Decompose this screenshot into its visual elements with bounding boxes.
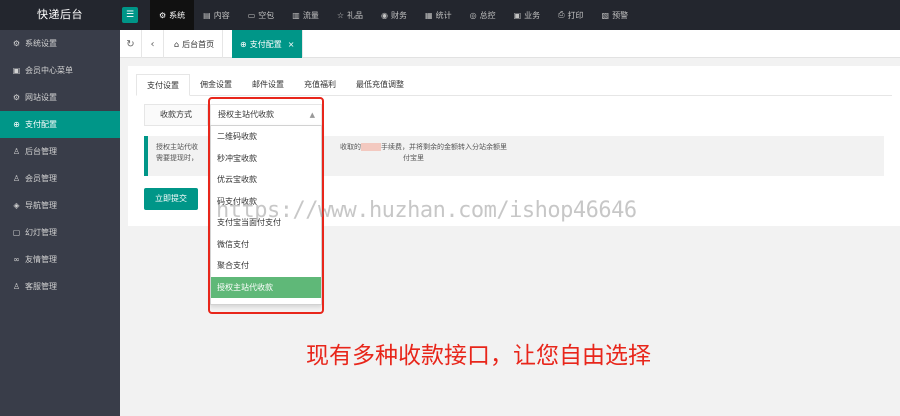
gear-icon: ⚙ <box>159 10 167 20</box>
sidebar-item-slides-management[interactable]: ▢ 幻灯管理 <box>0 219 120 246</box>
gear-icon: ⚙ <box>12 93 21 102</box>
subtab-min-recharge[interactable]: 最低充值调整 <box>346 74 414 96</box>
control-icon: ◎ <box>469 10 477 20</box>
topnav-warning[interactable]: ▧ 预警 <box>593 0 638 30</box>
redacted-value <box>361 143 381 151</box>
home-icon: ⌂ <box>174 39 180 49</box>
submit-button[interactable]: 立即提交 <box>144 188 198 210</box>
sidebar-item-nav-management[interactable]: ◈ 导航管理 <box>0 192 120 219</box>
topnav-gifts[interactable]: ☆ 礼品 <box>328 0 372 30</box>
menu-icon: ▣ <box>12 66 21 75</box>
app-logo: 快递后台 <box>37 8 83 21</box>
topnav-finance[interactable]: ◉ 财务 <box>372 0 416 30</box>
warning-icon: ▧ <box>601 10 610 20</box>
user-icon: ♙ <box>12 147 21 156</box>
wallet-icon: ◉ <box>381 10 389 20</box>
topnav-traffic[interactable]: ▥ 流量 <box>283 0 328 30</box>
tab-payment-config[interactable]: ⊕ 支付配置 × <box>232 30 304 58</box>
printer-icon: ⎙ <box>558 10 565 19</box>
sidebar-item-member-management[interactable]: ♙ 会员管理 <box>0 165 120 192</box>
tabs-back-button[interactable]: ‹ <box>142 30 164 58</box>
users-icon: ♙ <box>12 174 21 183</box>
sidebar-item-payment-config[interactable]: ⊕ 支付配置 <box>0 111 120 138</box>
topnav-print[interactable]: ⎙ 打印 <box>549 0 592 30</box>
close-icon[interactable]: × <box>288 40 295 49</box>
refresh-icon: ↻ <box>126 38 135 50</box>
subtab-recharge-benefits[interactable]: 充值福利 <box>294 74 346 96</box>
page-tabs-bar: ↻ ‹ ⌂ 后台首页 ⊕ 支付配置 × <box>120 30 900 58</box>
sidebar-item-site-settings[interactable]: ⚙ 网站设置 <box>0 84 120 111</box>
tab-admin-home[interactable]: ⌂ 后台首页 <box>166 30 224 58</box>
payment-method-label: 收款方式 <box>144 104 208 126</box>
sidebar: ⚙ 系统设置 ▣ 会员中心菜单 ⚙ 网站设置 ⊕ 支付配置 ♙ 后台管理 ♙ 会员管理 ◈ 导… <box>0 30 120 416</box>
chevron-left-icon: ‹ <box>150 38 155 50</box>
sidebar-item-system-settings[interactable]: ⚙ 系统设置 <box>0 30 120 57</box>
gear-icon: ⚙ <box>12 39 21 48</box>
document-icon: ▤ <box>203 10 211 20</box>
topnav-content[interactable]: ▤ 内容 <box>194 0 239 30</box>
refresh-button[interactable]: ↻ <box>120 30 142 58</box>
topnav-empty-package[interactable]: ▭ 空包 <box>239 0 284 30</box>
nav-icon: ◈ <box>13 201 20 210</box>
stats-icon: ▦ <box>425 10 433 20</box>
briefcase-icon: ▣ <box>513 10 522 20</box>
sidebar-item-member-menu[interactable]: ▣ 会员中心菜单 <box>0 57 120 84</box>
subtab-commission-settings[interactable]: 佣金设置 <box>190 74 242 96</box>
list-icon: ☰ <box>125 10 135 20</box>
topnav-business[interactable]: ▣ 业务 <box>505 0 550 30</box>
sidebar-item-admin-management[interactable]: ♙ 后台管理 <box>0 138 120 165</box>
top-bar: 快递后台 ☰ ⚙ 系统 ▤ 内容 ▭ 空包 ▥ 流量 ☆ 礼品 ◉ 财务 ▦ 统计 ◎ 总控 ▣… <box>0 0 900 30</box>
slides-icon: ▢ <box>12 228 21 237</box>
menu-toggle-button[interactable]: ☰ <box>122 7 138 23</box>
subtab-payment-settings[interactable]: 支付设置 <box>136 74 190 96</box>
subtab-email-settings[interactable]: 邮件设置 <box>242 74 294 96</box>
topnav-system[interactable]: ⚙ 系统 <box>150 0 195 30</box>
sidebar-item-links-management[interactable]: ∞ 友情管理 <box>0 246 120 273</box>
support-icon: ♙ <box>12 282 21 291</box>
watermark-text: https://www.huzhan.com/ishop46646 <box>216 198 637 223</box>
box-icon: ▭ <box>247 10 256 20</box>
sidebar-item-support-management[interactable]: ♙ 客服管理 <box>0 273 120 300</box>
star-icon: ☆ <box>336 10 345 20</box>
settings-subtabs: 支付设置 佣金设置 邮件设置 充值福利 最低充值调整 <box>136 74 892 96</box>
promo-caption: 现有多种收款接口，让您自由选择 <box>306 343 651 369</box>
lock-icon: ⊕ <box>13 120 20 129</box>
top-nav: ⚙ 系统 ▤ 内容 ▭ 空包 ▥ 流量 ☆ 礼品 ◉ 财务 ▦ 统计 ◎ 总控 ▣ 业务 ⎙ 打印 … <box>150 0 637 30</box>
topnav-master-control[interactable]: ◎ 总控 <box>461 0 505 30</box>
lock-icon: ⊕ <box>240 39 247 49</box>
topnav-statistics[interactable]: ▦ 统计 <box>416 0 461 30</box>
link-icon: ∞ <box>13 255 20 264</box>
chart-icon: ▥ <box>292 10 300 20</box>
